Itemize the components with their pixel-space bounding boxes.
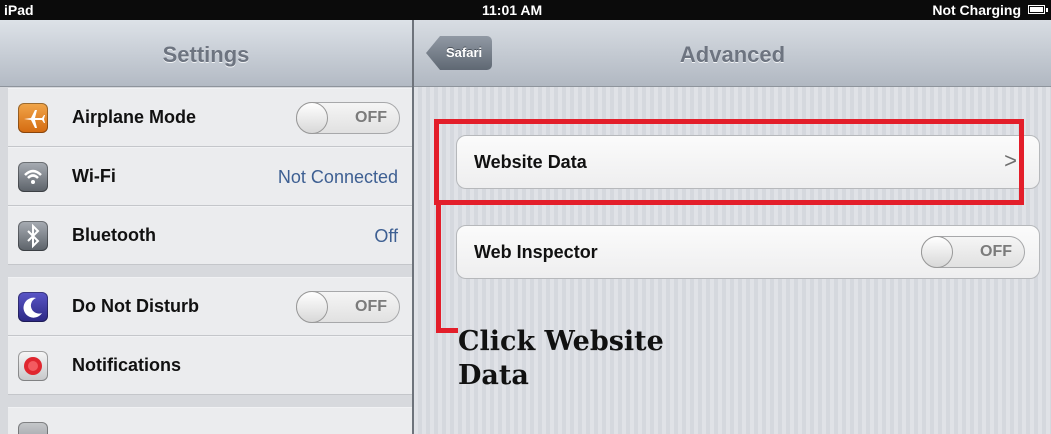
sidebar-item-label: Wi-Fi: [72, 166, 116, 186]
battery-icon: [1028, 5, 1048, 14]
sidebar-item-wifi[interactable]: Wi-Fi Not Connected: [8, 147, 412, 206]
annotation-highlight-box: [434, 119, 1024, 205]
group-separator: [8, 265, 412, 277]
settings-nav-bar: Settings: [0, 20, 412, 87]
settings-list: Airplane Mode OFF Wi-Fi Not Connected Bl…: [8, 88, 412, 434]
sidebar-item-label: Do Not Disturb: [72, 296, 199, 316]
annotation-line: Click Website: [458, 326, 664, 357]
device-name: iPad: [4, 2, 34, 18]
sidebar-item-label: Notifications: [72, 355, 182, 375]
settings-sidebar: Settings Airplane Mode OFF Wi-Fi Not Con…: [0, 20, 414, 434]
sidebar-item-airplane-mode[interactable]: Airplane Mode OFF: [8, 88, 412, 147]
moon-icon: [18, 292, 48, 322]
bluetooth-icon: [18, 221, 48, 251]
ipad-screen: iPad 11:01 AM Not Charging Settings Airp…: [0, 0, 1051, 434]
toggle-knob: [296, 102, 328, 134]
toggle-state: OFF: [355, 298, 387, 315]
toggle-state: OFF: [355, 109, 387, 126]
wifi-icon: [18, 162, 48, 192]
airplane-mode-toggle[interactable]: OFF: [296, 102, 400, 134]
status-time: 11:01 AM: [482, 2, 543, 18]
sidebar-item-label: Airplane Mode: [72, 107, 197, 127]
web-inspector-toggle[interactable]: OFF: [921, 236, 1025, 268]
do-not-disturb-toggle[interactable]: OFF: [296, 291, 400, 323]
notifications-icon: [18, 351, 48, 381]
sidebar-item-label: Bluetooth: [72, 225, 156, 245]
toggle-knob: [921, 236, 953, 268]
sidebar-item-notifications[interactable]: Notifications: [8, 336, 412, 395]
web-inspector-cell: Web Inspector OFF: [456, 225, 1040, 279]
annotation-connector: [436, 205, 441, 333]
battery-status: Not Charging: [932, 2, 1021, 18]
settings-title: Settings: [162, 42, 250, 67]
toggle-state: OFF: [980, 243, 1012, 260]
toggle-knob: [296, 291, 328, 323]
sidebar-item-do-not-disturb[interactable]: Do Not Disturb OFF: [8, 277, 412, 336]
general-icon: [18, 422, 48, 434]
advanced-nav-bar: Safari Advanced: [414, 20, 1051, 87]
status-bar: iPad 11:01 AM Not Charging: [0, 0, 1051, 20]
sidebar-item-bluetooth[interactable]: Bluetooth Off: [8, 206, 412, 265]
sidebar-item-partial[interactable]: [8, 407, 412, 434]
annotation-line: Data: [458, 360, 529, 391]
annotation-connector: [436, 328, 458, 333]
wifi-status: Not Connected: [277, 167, 398, 187]
page-title: Advanced: [679, 42, 786, 67]
annotation-text: Click Website Data: [458, 325, 664, 393]
airplane-icon: [18, 103, 48, 133]
bluetooth-status: Off: [374, 226, 398, 246]
web-inspector-label: Web Inspector: [474, 242, 598, 262]
group-separator: [8, 395, 412, 407]
